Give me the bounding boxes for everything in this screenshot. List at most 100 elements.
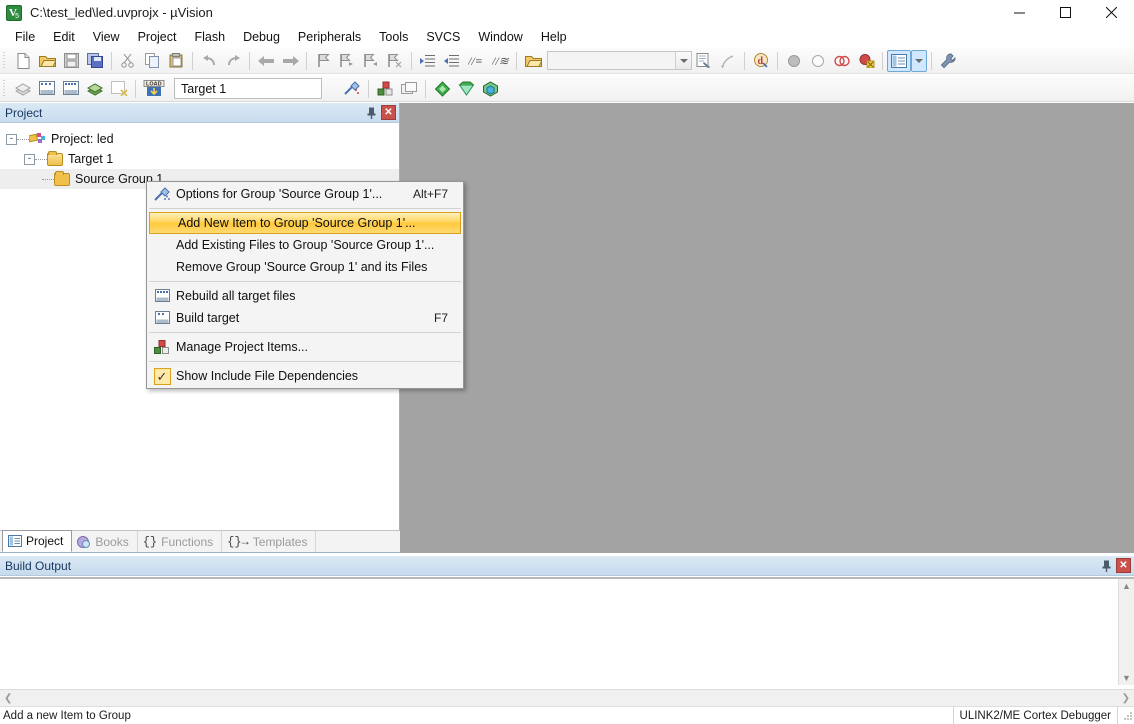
download-load-icon[interactable]: LOAD <box>140 78 168 100</box>
new-file-icon[interactable] <box>11 50 35 72</box>
breakpoint-disable-all-icon[interactable] <box>854 50 878 72</box>
menu-item-options-for-group[interactable]: Options for Group 'Source Group 1'... Al… <box>148 183 462 205</box>
configure-icon[interactable]: d <box>749 50 773 72</box>
menu-item-add-existing-files[interactable]: Add Existing Files to Group 'Source Grou… <box>148 234 462 256</box>
settings-wrench-icon[interactable] <box>936 50 960 72</box>
window-controls <box>996 0 1134 25</box>
window-layout-icon[interactable] <box>887 49 911 72</box>
bookmark-next-icon[interactable] <box>359 50 383 72</box>
copy-icon[interactable] <box>140 50 164 72</box>
toolbar-grip[interactable] <box>3 51 9 70</box>
menu-flash[interactable]: Flash <box>185 26 234 48</box>
target-options-icon[interactable] <box>340 78 364 100</box>
paste-icon[interactable] <box>164 50 188 72</box>
menu-svcs[interactable]: SVCS <box>417 26 469 48</box>
scroll-left-icon[interactable]: ❮ <box>4 693 12 704</box>
find-combo[interactable] <box>547 51 692 70</box>
open-folder-icon[interactable] <box>521 50 545 72</box>
close-icon[interactable]: ✕ <box>1116 558 1131 573</box>
chevron-down-icon[interactable] <box>675 52 691 69</box>
open-file-icon[interactable] <box>35 50 59 72</box>
pack-installer-icon[interactable] <box>430 78 454 100</box>
breakpoint-kill-icon[interactable] <box>806 50 830 72</box>
bookmark-prev-icon[interactable] <box>335 50 359 72</box>
breakpoint-insert-icon[interactable] <box>782 50 806 72</box>
tab-templates[interactable]: {}→ Templates <box>222 531 317 552</box>
tab-label: Books <box>95 534 129 549</box>
build-icon[interactable] <box>35 78 59 100</box>
manage-run-time-environment-icon[interactable] <box>454 78 478 100</box>
menu-view[interactable]: View <box>84 26 129 48</box>
stop-build-icon[interactable] <box>107 78 131 100</box>
menu-debug[interactable]: Debug <box>234 26 289 48</box>
expander-icon[interactable]: - <box>6 133 17 145</box>
cut-icon[interactable] <box>116 50 140 72</box>
batch-build-icon[interactable] <box>83 78 107 100</box>
incremental-find-icon[interactable] <box>716 50 740 72</box>
tab-books[interactable]: Books <box>72 531 138 552</box>
rebuild-icon[interactable] <box>59 78 83 100</box>
editor-area <box>400 103 1134 553</box>
menu-item-shortcut: Alt+F7 <box>412 187 448 201</box>
target-select[interactable]: Target 1 <box>174 78 322 99</box>
maximize-button[interactable] <box>1042 0 1088 25</box>
pin-icon[interactable] <box>363 105 379 121</box>
build-output-vscrollbar[interactable]: ▲ ▼ <box>1118 579 1134 685</box>
menu-item-build-target[interactable]: Build target F7 <box>148 307 462 329</box>
resize-grip[interactable] <box>1118 706 1134 724</box>
layout-dropdown-icon[interactable] <box>911 49 927 72</box>
breakpoint-disable-icon[interactable] <box>830 50 854 72</box>
menu-project[interactable]: Project <box>129 26 186 48</box>
tree-item-label: Project: led <box>51 132 114 146</box>
navigate-backward-icon[interactable] <box>254 50 278 72</box>
build-output-hscrollbar[interactable]: ❮ ❯ <box>0 689 1134 706</box>
save-all-icon[interactable] <box>83 50 107 72</box>
expander-icon[interactable]: - <box>24 153 35 165</box>
scroll-down-icon[interactable]: ▼ <box>1122 673 1131 683</box>
outdent-icon[interactable] <box>440 50 464 72</box>
scroll-up-icon[interactable]: ▲ <box>1122 581 1131 591</box>
uncomment-icon[interactable]: //≋ <box>488 50 512 72</box>
bookmark-toggle-icon[interactable] <box>311 50 335 72</box>
manage-project-items-icon[interactable] <box>373 78 397 100</box>
software-packs-icon[interactable] <box>478 78 502 100</box>
minimize-button[interactable] <box>996 0 1042 25</box>
toolbar-separator <box>192 51 193 70</box>
multi-project-icon[interactable] <box>397 78 421 100</box>
build-output-text[interactable] <box>0 579 1118 685</box>
rebuild-icon <box>148 285 176 307</box>
translate-icon[interactable] <box>11 78 35 100</box>
menu-help[interactable]: Help <box>532 26 576 48</box>
tree-item-project[interactable]: - Project: led <box>0 129 399 149</box>
menu-item-add-new-item[interactable]: Add New Item to Group 'Source Group 1'..… <box>149 212 461 234</box>
indent-icon[interactable] <box>416 50 440 72</box>
tab-functions[interactable]: {} Functions <box>138 531 223 552</box>
status-bar: Add a new Item to Group ULINK2/ME Cortex… <box>0 706 1134 724</box>
tab-project[interactable]: Project <box>2 530 73 552</box>
menu-tools[interactable]: Tools <box>370 26 417 48</box>
menu-file[interactable]: File <box>6 26 44 48</box>
save-icon[interactable] <box>59 50 83 72</box>
scroll-right-icon[interactable]: ❯ <box>1122 693 1130 704</box>
menu-item-rebuild-all[interactable]: Rebuild all target files <box>148 285 462 307</box>
menu-item-remove-group[interactable]: Remove Group 'Source Group 1' and its Fi… <box>148 256 462 278</box>
redo-icon[interactable] <box>221 50 245 72</box>
target-select-value[interactable]: Target 1 <box>175 82 321 96</box>
close-icon[interactable]: ✕ <box>381 105 396 120</box>
menu-item-show-include-dependencies[interactable]: ✓ Show Include File Dependencies <box>148 365 462 387</box>
navigate-forward-icon[interactable] <box>278 50 302 72</box>
menu-separator <box>149 361 461 362</box>
menu-peripherals[interactable]: Peripherals <box>289 26 370 48</box>
comment-icon[interactable]: //≡ <box>464 50 488 72</box>
menu-edit[interactable]: Edit <box>44 26 84 48</box>
menu-item-manage-project-items[interactable]: Manage Project Items... <box>148 336 462 358</box>
tree-item-target[interactable]: - Target 1 <box>0 149 399 169</box>
menu-separator <box>149 208 461 209</box>
undo-icon[interactable] <box>197 50 221 72</box>
toolbar-grip[interactable] <box>3 79 9 98</box>
menu-window[interactable]: Window <box>469 26 531 48</box>
bookmark-clear-icon[interactable] <box>383 50 407 72</box>
close-button[interactable] <box>1088 0 1134 25</box>
find-in-files-icon[interactable] <box>692 50 716 72</box>
pin-icon[interactable] <box>1098 558 1114 574</box>
